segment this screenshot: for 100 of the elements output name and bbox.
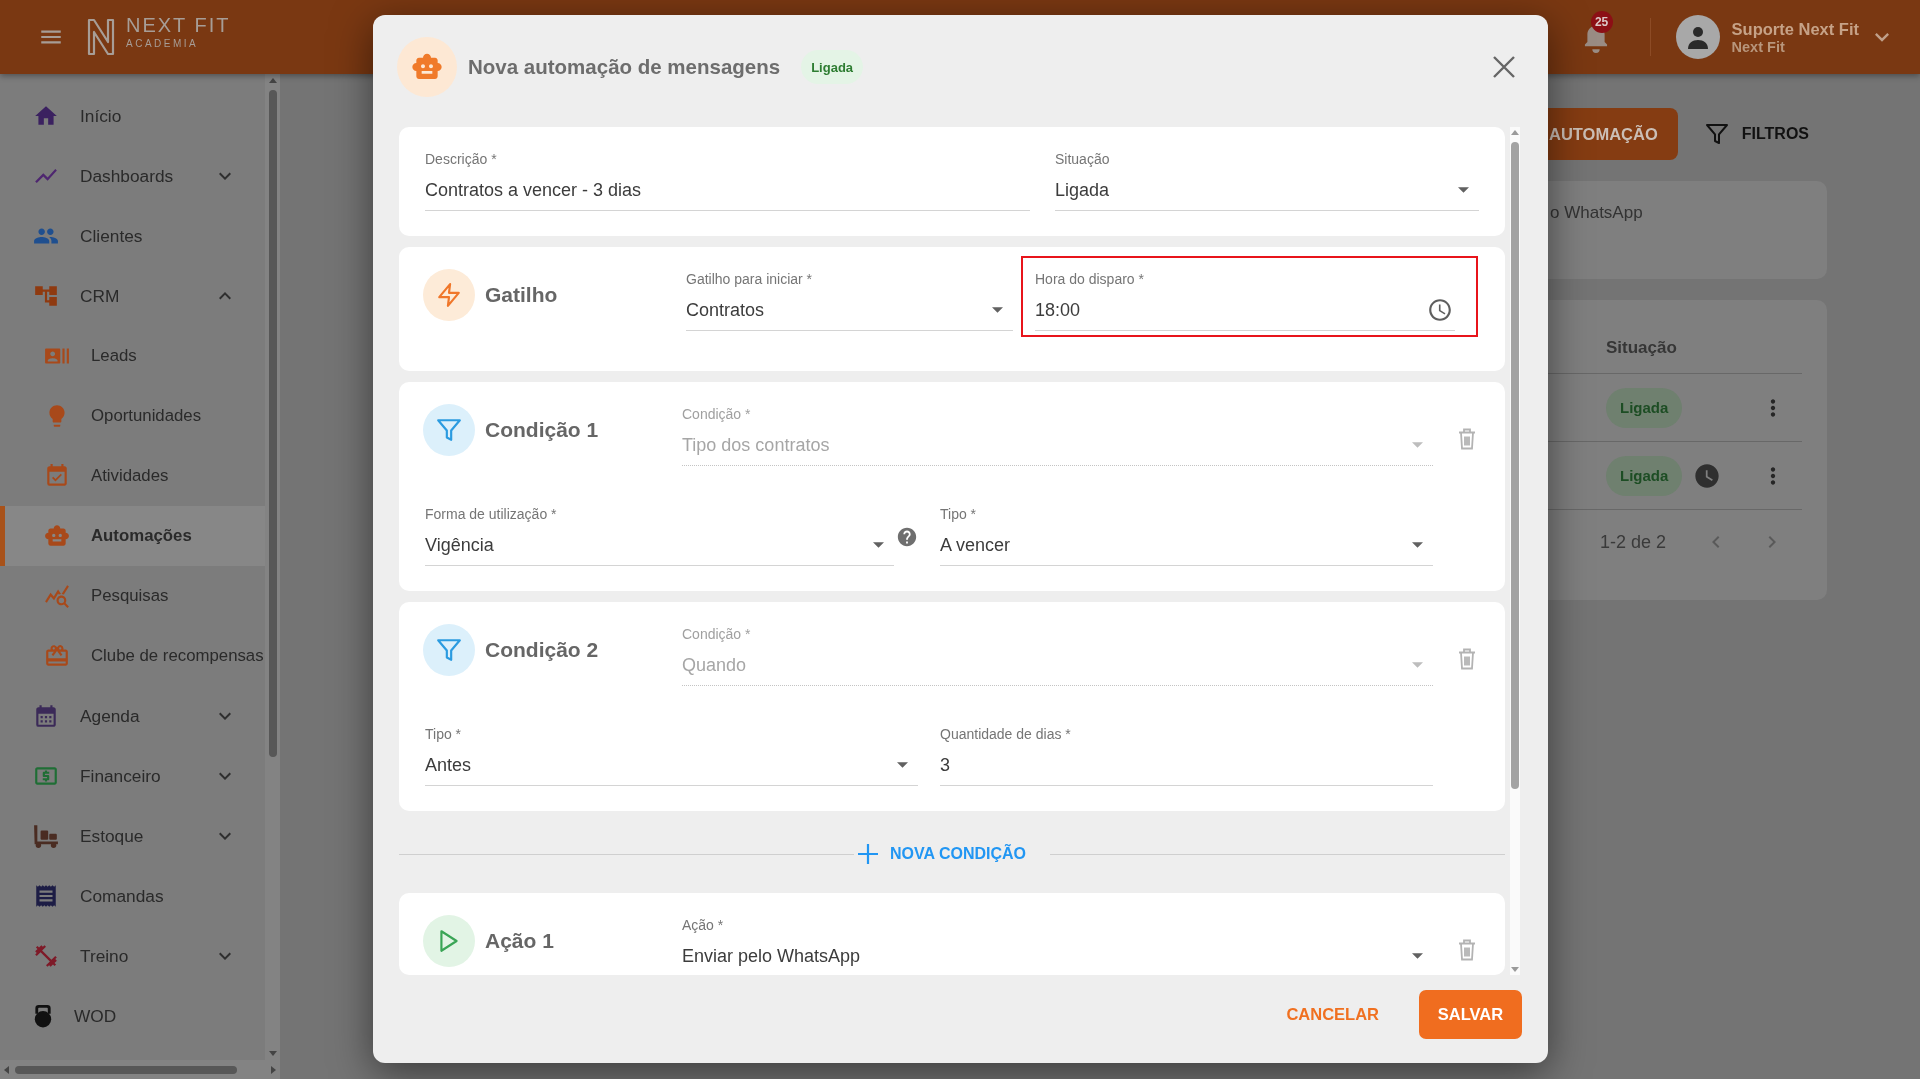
trash-icon[interactable] [1458, 428, 1476, 450]
section-title: Condição 2 [485, 638, 599, 662]
status-chip: Ligada [1606, 387, 1683, 428]
caret-down-icon [992, 307, 1003, 313]
sidebar-item[interactable]: Financeiro [0, 746, 265, 806]
sidebar-item[interactable]: Treino [0, 926, 265, 986]
magnifier-chart-icon [44, 583, 70, 609]
sidebar-item[interactable]: WOD [0, 986, 265, 1046]
plus-icon [858, 844, 878, 864]
hand-truck-icon [33, 824, 59, 848]
input-field[interactable]: 3 [940, 751, 1433, 786]
field-label: Quantidade de dias * [940, 726, 1071, 743]
field-label: Tipo * [940, 506, 977, 523]
field-label: Hora do disparo * [1035, 271, 1144, 288]
caret-down-icon [1412, 662, 1423, 668]
dropdown-field[interactable]: Vigência [425, 531, 894, 566]
filter-button[interactable]: FILTROS [1704, 122, 1810, 146]
user-name: Suporte Next Fit [1731, 18, 1859, 39]
sidebar-item[interactable]: CRM [0, 266, 265, 326]
status-chip: Ligada [801, 50, 864, 84]
caret-down-icon [1412, 953, 1423, 959]
scroll-up-icon[interactable] [268, 78, 277, 83]
automation-button[interactable]: AUTOMAÇÃO [1548, 108, 1678, 160]
field-label: Gatilho para iniciar * [686, 271, 813, 288]
dropdown-field[interactable]: Contratos [686, 296, 1013, 331]
scroll-left-icon[interactable] [4, 1065, 9, 1074]
caret-down-icon [873, 542, 884, 548]
field-label: Condição * [682, 626, 751, 643]
field-label: Forma de utilização * [425, 506, 557, 523]
sidebar-item[interactable]: Leads [0, 326, 265, 386]
sidebar-item[interactable]: Estoque [0, 806, 265, 866]
clock-icon[interactable] [1427, 297, 1453, 323]
save-button[interactable]: SALVAR [1419, 989, 1522, 1039]
sidebar-item[interactable]: Automações [0, 506, 265, 566]
close-icon[interactable] [1493, 56, 1515, 78]
dropdown-field[interactable]: Enviar pelo WhatsApp [682, 942, 1433, 975]
card-text: o WhatsApp [1550, 203, 1643, 222]
robot-icon [44, 523, 70, 549]
sidebar-item[interactable]: Início [0, 86, 265, 146]
calendar-icon [33, 703, 59, 729]
sidebar-item[interactable]: Clientes [0, 206, 265, 266]
dialog-title: Nova automação de mensagens [468, 55, 781, 79]
caret-down-icon [1412, 542, 1423, 548]
dropdown-field[interactable]: A vencer [940, 531, 1433, 566]
status-chip: Ligada [1606, 455, 1683, 496]
avatar-icon[interactable] [1675, 15, 1720, 59]
scroll-down-icon[interactable] [268, 1051, 277, 1056]
gift-icon [44, 643, 70, 669]
section-title: Gatilho [485, 283, 558, 307]
trash-icon[interactable] [1458, 939, 1476, 961]
sidebar-item[interactable]: Agenda [0, 686, 265, 746]
filter-icon [1704, 122, 1729, 146]
funnel-icon [423, 404, 475, 456]
cancel-button[interactable]: CANCELAR [1286, 996, 1379, 1032]
pagination-range: 1-2 de 2 [1600, 531, 1667, 553]
notification-badge: 25 [1590, 11, 1613, 33]
scroll-down-icon[interactable] [1511, 967, 1519, 972]
column-header: Situação [1606, 338, 1678, 358]
sidebar-item[interactable]: Comandas [0, 866, 265, 926]
scroll-up-icon[interactable] [1511, 130, 1519, 135]
scrollbar-thumb[interactable] [268, 90, 277, 757]
sidebar-item[interactable]: Clube de recompensas [0, 626, 265, 686]
logo-icon [86, 17, 116, 57]
logo-tagline: ACADEMIA [126, 38, 200, 50]
dropdown-field[interactable]: Antes [425, 751, 918, 786]
sidebar-item[interactable]: Oportunidades [0, 386, 265, 446]
section-title: Condição 1 [485, 418, 599, 442]
play-icon [423, 915, 475, 967]
time-field[interactable]: 18:00 [1035, 296, 1455, 331]
scrollbar[interactable] [1510, 127, 1520, 975]
input-field[interactable]: Contratos a vencer - 3 dias [425, 176, 1030, 211]
caret-down-icon [1458, 187, 1469, 193]
dropdown-field[interactable]: Ligada [1055, 176, 1479, 211]
add-condition-button[interactable]: NOVA CONDIÇÃO [854, 844, 1050, 864]
scrollbar-thumb[interactable] [1511, 142, 1519, 789]
field-label: Tipo * [425, 726, 462, 743]
sidebar-item[interactable]: Atividades [0, 446, 265, 506]
field-label: Situação [1055, 151, 1110, 168]
caret-down-icon [1412, 442, 1423, 448]
funnel-icon [423, 624, 475, 676]
dumbbell-icon [33, 943, 59, 969]
scrollbar[interactable] [0, 1060, 280, 1079]
scroll-right-icon[interactable] [271, 1065, 276, 1074]
sidebar-item[interactable]: Pesquisas [0, 566, 265, 626]
logo-name: NEXT FIT [126, 14, 231, 36]
lightning-icon [423, 269, 475, 321]
sidebar-item[interactable]: Dashboards [0, 146, 265, 206]
user-company: Next Fit [1731, 38, 1786, 56]
receipt-icon [33, 883, 59, 909]
field-label: Ação * [682, 917, 724, 934]
help-icon[interactable] [896, 526, 918, 548]
caret-down-icon [897, 762, 908, 768]
field-label: Condição * [682, 406, 751, 423]
trash-icon[interactable] [1458, 648, 1476, 670]
kettlebell-icon [33, 1004, 53, 1028]
scrollbar[interactable] [265, 74, 280, 1060]
field-label: Descrição * [425, 151, 497, 168]
scrollbar-thumb[interactable] [15, 1065, 237, 1074]
hierarchy-icon [33, 283, 59, 309]
calendar-check-icon [44, 463, 70, 489]
